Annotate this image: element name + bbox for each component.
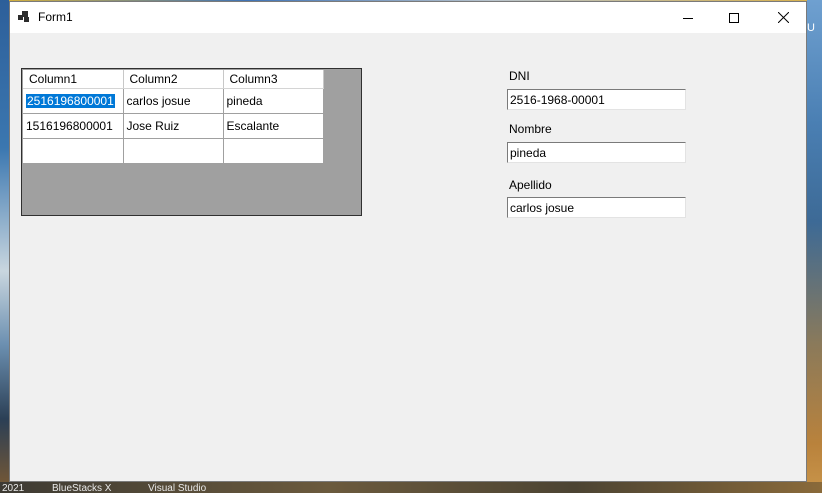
grid-cell[interactable]: Jose Ruiz (123, 113, 224, 139)
minimize-button[interactable] (665, 2, 711, 33)
taskbar-item[interactable]: BlueStacks X (52, 483, 111, 493)
grid-cell[interactable] (123, 138, 224, 164)
grid-cell[interactable]: Escalante (223, 113, 324, 139)
grid-cell[interactable]: pineda (223, 88, 324, 114)
maximize-icon (729, 12, 739, 23)
column-header[interactable]: Column2 (123, 70, 224, 89)
apellido-field[interactable] (507, 197, 686, 218)
form-window: Form1 Column1 Column2 Column3 2516196800… (9, 1, 807, 482)
column-header[interactable]: Column3 (223, 70, 324, 89)
close-button[interactable] (760, 2, 806, 33)
taskbar-peek: 2021 BlueStacks X Visual Studio (0, 482, 822, 493)
desktop-left-edge (0, 0, 9, 493)
grid-cell[interactable]: 2516196800001 (23, 88, 124, 114)
grid-cell[interactable]: carlos josue (123, 88, 224, 114)
minimize-icon (683, 17, 693, 19)
grid-cell[interactable] (23, 138, 124, 164)
maximize-button[interactable] (711, 2, 757, 33)
grid-cell[interactable] (223, 138, 324, 164)
data-grid[interactable]: Column1 Column2 Column3 2516196800001 ca… (21, 68, 362, 216)
new-row[interactable] (23, 138, 324, 164)
apellido-label: Apellido (509, 178, 552, 192)
desktop-right-text: U (807, 22, 815, 34)
title-bar[interactable]: Form1 (10, 2, 806, 33)
close-icon (777, 12, 789, 23)
desktop-right-edge: U (807, 0, 822, 493)
nombre-field[interactable] (507, 142, 686, 163)
dni-label: DNI (509, 69, 530, 83)
taskbar-item[interactable]: Visual Studio (148, 483, 206, 493)
selected-cell-text: 2516196800001 (26, 93, 115, 108)
grid-header-row: Column1 Column2 Column3 (23, 70, 324, 89)
grid-cell[interactable]: 1516196800001 (23, 113, 124, 139)
app-icon (18, 11, 30, 23)
table-row[interactable]: 2516196800001 carlos josue pineda (23, 88, 324, 114)
column-header[interactable]: Column1 (23, 70, 124, 89)
window-title: Form1 (38, 10, 73, 24)
dni-field[interactable] (507, 89, 686, 110)
table-row[interactable]: 1516196800001 Jose Ruiz Escalante (23, 113, 324, 139)
nombre-label: Nombre (509, 122, 552, 136)
taskbar-item[interactable]: 2021 (2, 483, 24, 493)
